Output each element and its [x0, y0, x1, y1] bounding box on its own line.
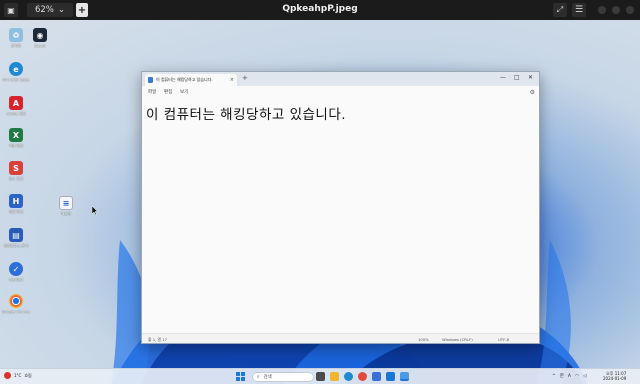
edge-taskbar-icon[interactable]: [344, 372, 353, 381]
recycle-bin-icon: ♻: [9, 28, 23, 42]
pdf-app-icon: A: [9, 96, 23, 110]
notepad-statusbar: 줄 1, 열 17 100% Windows (CRLF) UTF-8: [142, 333, 539, 343]
chrome-taskbar-icon[interactable]: [358, 372, 367, 381]
notepad-menubar: 파일 편집 보기 ⚙: [142, 86, 539, 97]
desktop-icon-steam[interactable]: ◉ Steam: [26, 28, 54, 48]
desktop-icon-hancom[interactable]: ▤ 한컴오피스 문서: [2, 228, 30, 248]
notepad-taskbar-icon[interactable]: [400, 372, 409, 381]
ime-mode[interactable]: A: [568, 374, 571, 379]
taskview-icon[interactable]: [316, 372, 325, 381]
viewer-toolbar: ▣ 62% ⌄ + QpkeahpP.jpeg ⤢ ☰: [0, 0, 640, 20]
desktop-icon-hanshow[interactable]: S 한쇼 파일: [2, 161, 30, 181]
store-taskbar-icon[interactable]: [372, 372, 381, 381]
weather-widget[interactable]: 1°C 흐림: [4, 372, 32, 379]
clock-date: 2024-01-09: [603, 376, 627, 381]
taskbar: 1°C 흐림 ⌕ 검색 ^ 한 A ◠ ◁ 오후 11:07 2024-01-0…: [0, 368, 640, 384]
weather-icon: [4, 372, 11, 379]
tray-overflow-icon[interactable]: ^: [552, 374, 556, 379]
zoom-status: 100%: [418, 337, 429, 342]
hamburger-menu-icon[interactable]: ☰: [572, 3, 586, 17]
desktop-icon-statdist[interactable]: ✓ StatDist: [2, 262, 30, 282]
desktop-icon-pdf[interactable]: A Adobe 파일: [2, 96, 30, 116]
window-dot-minimize[interactable]: [598, 6, 606, 14]
steam-icon: ◉: [33, 28, 47, 42]
notepad-text-content[interactable]: 이 컴퓨터는 해킹당하고 있습니다.: [146, 103, 346, 123]
search-icon: ⌕: [257, 375, 260, 380]
network-icon[interactable]: ◠: [575, 374, 579, 379]
minimize-button[interactable]: —: [500, 74, 506, 81]
menu-edit[interactable]: 편집: [164, 89, 172, 95]
system-tray: ^ 한 A ◠ ◁: [552, 373, 586, 380]
window-dot-maximize[interactable]: [612, 6, 620, 14]
ime-indicator[interactable]: 한: [560, 373, 564, 379]
start-button[interactable]: [236, 372, 245, 381]
notepad-file-icon: ≡: [59, 196, 73, 210]
menu-view[interactable]: 보기: [180, 89, 188, 95]
maximize-button[interactable]: □: [514, 74, 520, 81]
mouse-cursor-icon: [92, 206, 98, 215]
notepad-icon: [148, 77, 153, 83]
notepad-tab[interactable]: 이 컴퓨터는 해킹당하고 있습니다. ×: [145, 74, 237, 86]
menu-file[interactable]: 파일: [148, 89, 156, 95]
notepad-window[interactable]: 이 컴퓨터는 해킹당하고 있습니다. × + — □ ✕ 파일 편집 보기 ⚙ …: [141, 71, 540, 344]
file-title: QpkeahpP.jpeg: [282, 4, 358, 14]
line-ending-status: Windows (CRLF): [442, 337, 473, 342]
file-explorer-icon[interactable]: [330, 372, 339, 381]
volume-icon[interactable]: ◁: [583, 374, 586, 379]
excel-icon: X: [9, 128, 23, 142]
desktop-icon-hwp[interactable]: H 한글 파일: [2, 194, 30, 214]
statdist-icon: ✓: [9, 262, 23, 276]
hwp-icon: H: [9, 194, 23, 208]
taskbar-clock[interactable]: 오후 11:07 2024-01-09: [603, 371, 626, 381]
cursor-position: 줄 1, 열 17: [148, 337, 168, 342]
chrome-icon: [9, 294, 23, 308]
image-viewer: ▣ 62% ⌄ + QpkeahpP.jpeg ⤢ ☰ ♻ 휴지통 ◉ Steam…: [0, 0, 640, 384]
weather-temp: 1°C: [14, 373, 22, 378]
mail-taskbar-icon[interactable]: [386, 372, 395, 381]
desktop-icon-excel[interactable]: X 엑셀 파일: [2, 128, 30, 148]
taskbar-search-input[interactable]: ⌕ 검색: [252, 372, 314, 382]
edge-icon: e: [9, 62, 23, 76]
fullscreen-icon[interactable]: ⤢: [553, 3, 567, 17]
desktop-icon-notepad-file[interactable]: ≡ 메모장: [52, 196, 80, 216]
weather-desc: 흐림: [24, 372, 32, 378]
hancom-icon: ▤: [9, 228, 23, 242]
tab-close-icon[interactable]: ×: [230, 77, 234, 83]
desktop-icon-chrome[interactable]: Google Chrome: [2, 294, 30, 314]
encoding-status: UTF-8: [498, 337, 510, 342]
desktop-screenshot: ♻ 휴지통 ◉ Steam e Microsoft Edge A Adobe 파…: [0, 20, 640, 384]
search-placeholder: 검색: [263, 375, 272, 380]
close-button[interactable]: ✕: [528, 74, 533, 81]
notepad-titlebar[interactable]: 이 컴퓨터는 해킹당하고 있습니다. × + — □ ✕: [142, 72, 539, 86]
tab-title: 이 컴퓨터는 해킹당하고 있습니다.: [156, 77, 213, 82]
settings-gear-icon[interactable]: ⚙: [530, 89, 535, 96]
window-dot-close[interactable]: [626, 6, 634, 14]
desktop-icon-edge[interactable]: e Microsoft Edge: [2, 62, 30, 82]
hanshow-icon: S: [9, 161, 23, 175]
new-tab-button[interactable]: +: [242, 74, 248, 82]
